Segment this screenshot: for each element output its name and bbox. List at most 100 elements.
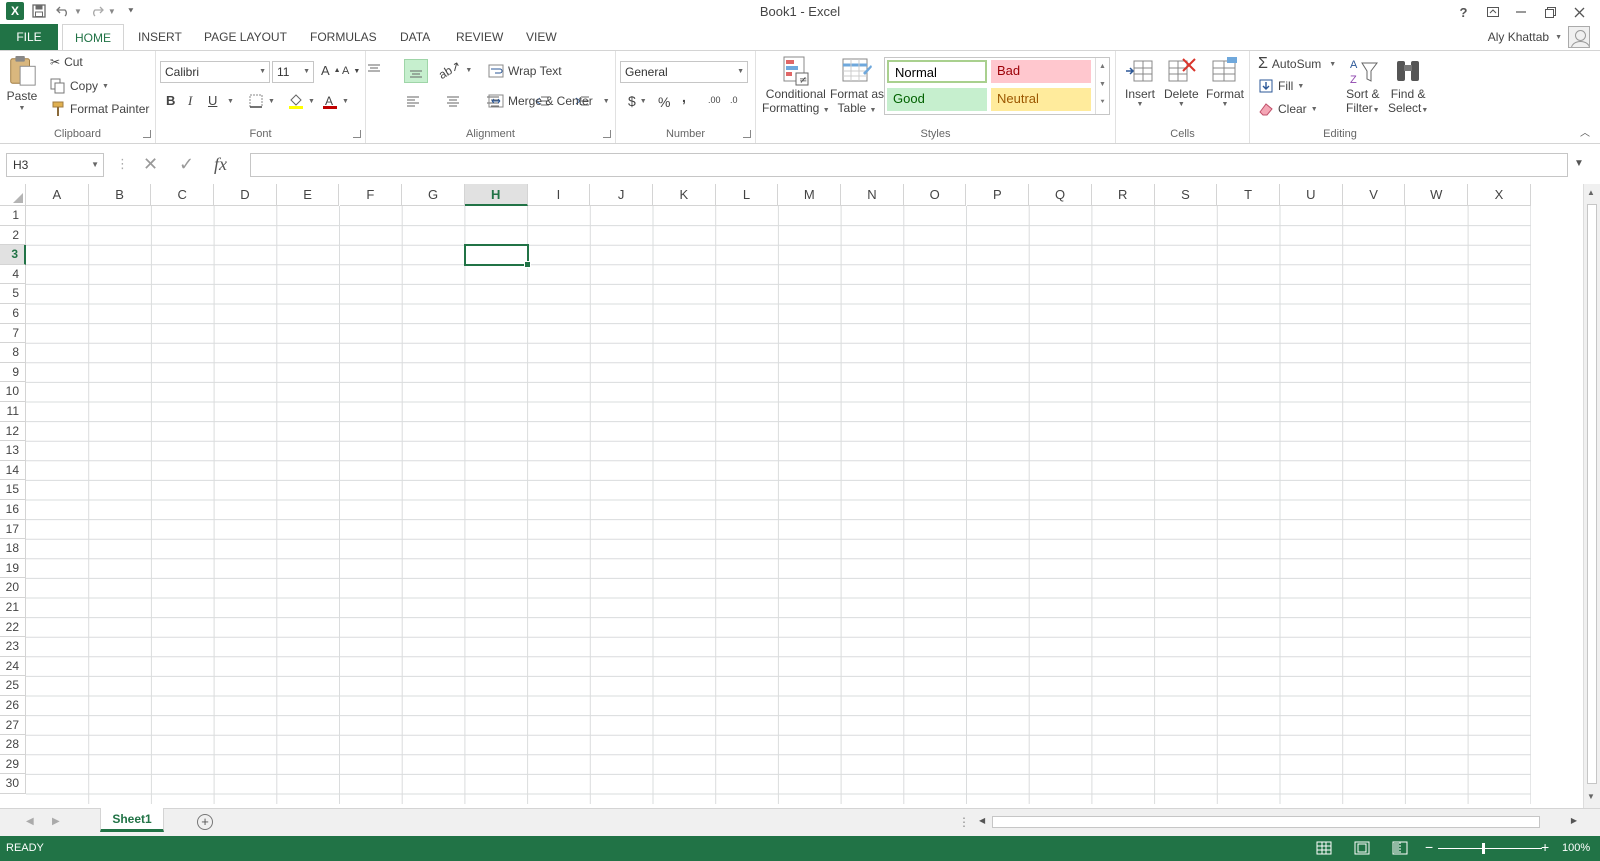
tab-review[interactable]: REVIEW (444, 24, 515, 50)
format-painter-button[interactable]: Format Painter (50, 101, 149, 117)
user-account[interactable]: Aly Khattab ▼ (1488, 26, 1590, 48)
increase-font-size-button[interactable]: A ▲ (321, 63, 341, 78)
ribbon-display-options-icon[interactable] (1478, 0, 1507, 24)
decrease-decimal-button[interactable]: .0 (730, 95, 738, 105)
column-header-n[interactable]: N (841, 184, 904, 206)
tab-data[interactable]: DATA (388, 24, 442, 50)
gallery-down-icon[interactable]: ▼ (1096, 76, 1109, 94)
name-box[interactable]: H3 ▼ (6, 153, 104, 177)
row-header-5[interactable]: 5 (0, 284, 26, 304)
column-header-m[interactable]: M (778, 184, 842, 206)
scroll-left-icon[interactable]: ◀ (979, 816, 985, 825)
conditional-formatting-button[interactable]: ≠ Conditional Formatting ▼ (762, 55, 830, 115)
row-header-2[interactable]: 2 (0, 225, 26, 246)
row-header-25[interactable]: 25 (0, 676, 26, 696)
autosum-button[interactable]: Σ AutoSum ▼ (1258, 55, 1336, 73)
tab-formulas[interactable]: FORMULAS (298, 24, 389, 50)
horizontal-scrollbar[interactable]: ◀ ▶ (977, 814, 1579, 830)
vertical-scroll-thumb[interactable] (1587, 204, 1597, 784)
chevron-down-icon[interactable]: ▼ (227, 98, 234, 105)
row-header-29[interactable]: 29 (0, 754, 26, 775)
column-header-t[interactable]: T (1217, 184, 1280, 206)
tab-home[interactable]: HOME (62, 24, 124, 51)
scroll-down-icon[interactable]: ▼ (1587, 792, 1595, 801)
page-layout-view-icon[interactable] (1354, 840, 1370, 856)
zoom-level[interactable]: 100% (1562, 842, 1590, 854)
cancel-entry-icon[interactable]: ✕ (143, 154, 158, 175)
tab-insert[interactable]: INSERT (126, 24, 194, 50)
delete-cells-button[interactable]: Delete ▼ (1164, 55, 1199, 108)
restore-icon[interactable] (1536, 0, 1565, 24)
row-header-21[interactable]: 21 (0, 598, 26, 618)
expand-formula-bar-icon[interactable]: ▼ (1574, 158, 1584, 169)
tab-page-layout[interactable]: PAGE LAYOUT (192, 24, 299, 50)
row-header-9[interactable]: 9 (0, 362, 26, 383)
row-header-19[interactable]: 19 (0, 558, 26, 579)
sheet-tab-sheet1[interactable]: Sheet1 (100, 808, 164, 832)
column-header-p[interactable]: P (966, 184, 1030, 206)
column-header-j[interactable]: J (590, 184, 653, 206)
row-header-14[interactable]: 14 (0, 460, 26, 481)
copy-button[interactable]: Copy ▼ (50, 78, 109, 94)
column-header-l[interactable]: L (715, 184, 779, 206)
column-header-i[interactable]: I (527, 184, 591, 206)
paste-button[interactable]: Paste ▼ (6, 55, 38, 112)
column-header-q[interactable]: Q (1029, 184, 1092, 206)
row-header-11[interactable]: 11 (0, 402, 26, 422)
column-header-a[interactable]: A (26, 184, 89, 206)
row-header-15[interactable]: 15 (0, 480, 26, 500)
style-good[interactable]: Good (887, 88, 987, 111)
tab-view[interactable]: VIEW (514, 24, 569, 50)
zoom-slider-track[interactable] (1438, 848, 1542, 849)
row-header-17[interactable]: 17 (0, 519, 26, 540)
column-header-w[interactable]: W (1405, 184, 1469, 206)
collapse-ribbon-icon[interactable]: ︿ (1580, 124, 1590, 139)
row-header-20[interactable]: 20 (0, 578, 26, 598)
scroll-up-icon[interactable]: ▲ (1587, 188, 1595, 197)
formula-input[interactable] (250, 153, 1568, 177)
row-header-7[interactable]: 7 (0, 323, 26, 344)
new-sheet-icon[interactable]: + (197, 814, 213, 830)
row-header-13[interactable]: 13 (0, 441, 26, 461)
column-header-u[interactable]: U (1280, 184, 1343, 206)
horizontal-scroll-thumb[interactable] (992, 816, 1540, 828)
row-header-23[interactable]: 23 (0, 637, 26, 657)
zoom-in-icon[interactable]: + (1541, 839, 1549, 855)
row-header-8[interactable]: 8 (0, 343, 26, 363)
cut-button[interactable]: ✂ Cut (50, 55, 83, 69)
column-header-d[interactable]: D (214, 184, 277, 206)
row-header-30[interactable]: 30 (0, 774, 26, 794)
row-header-12[interactable]: 12 (0, 421, 26, 442)
column-header-o[interactable]: O (903, 184, 967, 206)
row-header-27[interactable]: 27 (0, 715, 26, 736)
increase-decimal-button[interactable]: .00 (708, 95, 721, 105)
help-icon[interactable]: ? (1449, 0, 1478, 24)
tab-split-grip-icon[interactable]: ⋮ (958, 815, 970, 829)
dialog-launcher-icon[interactable] (353, 130, 361, 138)
row-header-1[interactable]: 1 (0, 206, 26, 226)
font-name-select[interactable]: Calibri ▼ (160, 61, 270, 83)
dialog-launcher-icon[interactable] (143, 130, 151, 138)
underline-button[interactable]: U (208, 93, 217, 108)
row-header-10[interactable]: 10 (0, 382, 26, 402)
bold-button[interactable]: B (166, 93, 175, 108)
merge-center-button[interactable]: Merge & Center ▼ (488, 93, 610, 109)
page-break-preview-icon[interactable] (1392, 840, 1408, 856)
zoom-slider-thumb[interactable] (1481, 843, 1485, 854)
select-all-button[interactable] (0, 184, 26, 206)
wrap-text-button[interactable]: Wrap Text (488, 63, 562, 79)
row-header-4[interactable]: 4 (0, 264, 26, 285)
scroll-right-icon[interactable]: ▶ (1571, 816, 1577, 825)
insert-function-icon[interactable]: fx (214, 154, 227, 175)
align-left-icon[interactable] (405, 93, 421, 109)
dialog-launcher-icon[interactable] (743, 130, 751, 138)
dialog-launcher-icon[interactable] (603, 130, 611, 138)
font-color-button[interactable]: A ▼ (322, 93, 349, 109)
column-header-c[interactable]: C (151, 184, 215, 206)
insert-cells-button[interactable]: Insert ▼ (1124, 55, 1156, 108)
font-size-select[interactable]: 11 ▼ (272, 61, 314, 83)
normal-view-icon[interactable] (1316, 840, 1332, 856)
zoom-out-icon[interactable]: − (1425, 839, 1433, 855)
previous-sheet-icon[interactable]: ◀ (26, 816, 34, 827)
tab-file[interactable]: FILE (0, 24, 58, 50)
